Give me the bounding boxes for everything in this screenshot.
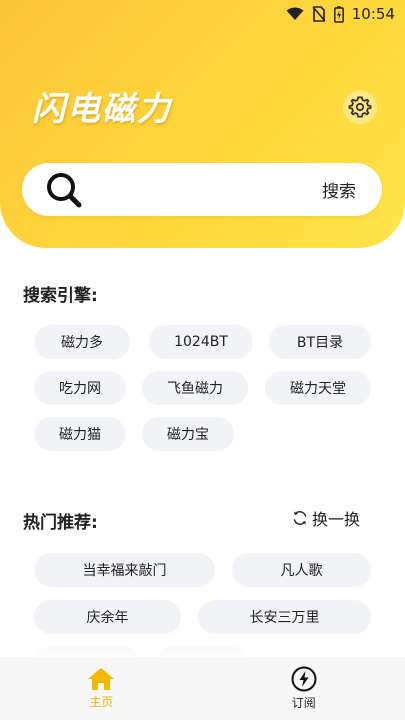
scroll-fade: [0, 628, 405, 658]
engine-chip[interactable]: 1024BT: [149, 325, 253, 359]
gear-icon: [348, 95, 372, 119]
settings-button[interactable]: [343, 90, 377, 124]
refresh-button[interactable]: 换一换: [292, 506, 360, 530]
no-sim-icon: [312, 6, 326, 22]
engine-chip[interactable]: 飞鱼磁力: [142, 371, 248, 405]
wifi-icon: [286, 7, 304, 21]
engine-chip[interactable]: 磁力天堂: [265, 371, 371, 405]
bottom-tab-bar: 主页 订阅: [0, 657, 405, 720]
tab-home-label: 主页: [89, 695, 114, 709]
status-bar: 10:54: [0, 0, 405, 28]
engine-chip[interactable]: 磁力宝: [142, 417, 234, 451]
refresh-label: 换一换: [312, 510, 361, 529]
status-time: 10:54: [351, 5, 395, 23]
engine-chip[interactable]: 磁力猫: [34, 417, 126, 451]
search-input[interactable]: [94, 169, 312, 210]
tab-subscribe-label: 订阅: [291, 696, 316, 710]
app-title: 闪电磁力: [32, 89, 172, 128]
hot-chip[interactable]: 凡人歌: [232, 553, 371, 587]
engine-chip[interactable]: BT目录: [269, 325, 371, 359]
home-icon: [87, 667, 115, 691]
refresh-icon: [292, 510, 308, 526]
engines-section-title: 搜索引擎:: [23, 286, 98, 306]
engine-chip[interactable]: 吃力网: [34, 371, 126, 405]
engine-chip[interactable]: 磁力多: [34, 325, 130, 359]
tab-home[interactable]: 主页: [41, 667, 161, 710]
battery-charging-icon: [333, 5, 344, 23]
tab-subscribe[interactable]: 订阅: [244, 666, 364, 711]
search-bar: 搜索: [22, 163, 382, 216]
search-icon: [44, 170, 84, 210]
hot-section-title: 热门推荐:: [23, 513, 98, 533]
hot-chip[interactable]: 当幸福来敲门: [34, 553, 215, 587]
search-button[interactable]: 搜索: [322, 177, 356, 202]
lightning-icon: [291, 666, 317, 692]
